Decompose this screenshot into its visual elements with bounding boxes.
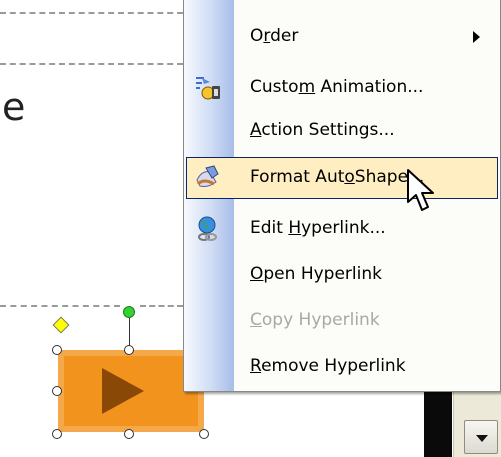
placeholder-border-bottom	[0, 63, 183, 65]
menu-item-label: Edit Hyperlink...	[250, 218, 386, 238]
adjust-handle[interactable]	[52, 316, 70, 334]
submenu-arrow-icon	[473, 31, 480, 43]
menu-item-label: Copy Hyperlink	[250, 310, 380, 330]
placeholder-border-lower	[0, 305, 120, 307]
menu-item-label: Action Settings...	[250, 120, 395, 140]
placeholder-border-lower-right	[140, 305, 183, 307]
menu-item-format-autoshape[interactable]: Format AutoShape...	[186, 157, 498, 199]
custom-animation-icon	[194, 74, 222, 102]
globe-link-icon	[194, 215, 222, 243]
slide-text-fragment: e	[2, 85, 26, 129]
menu-item-action-settings[interactable]: Action Settings...	[186, 110, 498, 152]
menu-item-label: Remove Hyperlink	[250, 356, 406, 376]
resize-handle-top-left[interactable]	[52, 345, 62, 355]
resize-handle-bottom[interactable]	[124, 429, 134, 439]
menu-item-label: Format AutoShape...	[250, 167, 425, 187]
resize-handle-top[interactable]	[124, 345, 134, 355]
scroll-down-arrow-icon	[476, 435, 488, 442]
resize-handle-bottom-left[interactable]	[52, 429, 62, 439]
context-menu: Order Custom Animation... Action Setting…	[183, 0, 501, 392]
menu-item-open-hyperlink[interactable]: Open Hyperlink	[186, 254, 498, 296]
resize-handle-left[interactable]	[52, 386, 62, 396]
menu-item-order[interactable]: Order	[186, 16, 498, 58]
rotate-handle[interactable]	[123, 306, 135, 318]
mouse-pointer-icon	[406, 168, 440, 214]
placeholder-border-top	[0, 12, 183, 14]
menu-item-copy-hyperlink: Copy Hyperlink	[186, 300, 498, 342]
menu-item-label: Order	[250, 26, 299, 46]
menu-item-label: Custom Animation...	[250, 77, 424, 97]
format-autoshape-icon	[194, 164, 222, 192]
menu-item-edit-hyperlink[interactable]: Edit Hyperlink...	[186, 208, 498, 250]
menu-item-remove-hyperlink[interactable]: Remove Hyperlink	[186, 346, 498, 388]
scroll-down-button[interactable]	[464, 420, 498, 454]
play-icon	[102, 368, 144, 414]
slide-edge	[424, 388, 452, 457]
menu-item-label: Open Hyperlink	[250, 264, 382, 284]
resize-handle-bottom-right[interactable]	[199, 429, 209, 439]
menu-item-custom-animation[interactable]: Custom Animation...	[186, 67, 498, 109]
